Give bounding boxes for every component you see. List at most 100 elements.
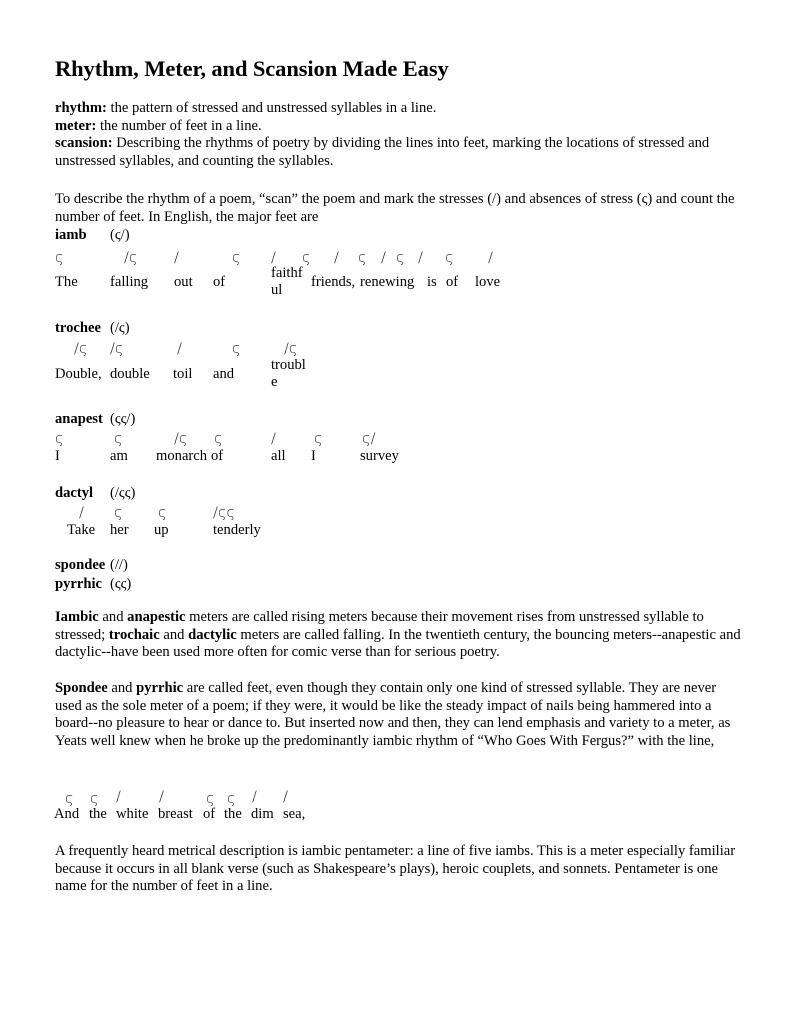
definition-term: scansion: [55,135,113,152]
stress-mark: ς [55,249,64,266]
example-word: and [213,366,235,382]
example-word: out [174,274,193,290]
example-word: troubl e [271,357,306,390]
stress-mark: ς [65,790,74,807]
stress-mark: / [116,788,121,805]
spondee-pyrrhic-paragraph: Spondee and pyrrhic are called feet, eve… [55,680,745,750]
example-word: double [110,366,150,382]
foot-label-dactyl: dactyl [55,485,94,501]
example-word: of [211,448,224,464]
foot-pattern-anapest: (ςς/) [110,411,136,427]
paragraph-text: and [159,626,189,643]
definition-term: rhythm: [55,100,107,116]
example-word: The [55,274,78,290]
intro-paragraph: To describe the rhythm of a poem, “scan”… [55,191,735,225]
stress-mark: / [174,249,179,266]
stress-mark: /ς [110,340,124,357]
example-word: of [446,274,459,290]
stress-mark: ς [232,340,241,357]
stress-mark: / [177,340,182,357]
example-word: friends, [311,274,356,290]
stress-mark: /ς [74,340,88,357]
stress-mark: ς [90,790,99,807]
definition-term: meter: [55,117,97,134]
stress-mark: ς [114,504,123,521]
foot-label-pyrrhic: pyrrhic [55,576,103,592]
paragraph-text: and [98,609,128,625]
stress-mark: / [252,788,257,805]
term-pyrrhic: pyrrhic [136,680,184,696]
definitions: rhythm: the pattern of stressed and unst… [55,100,745,170]
example-word: up [154,522,169,538]
stress-mark: / [159,788,164,805]
term-dactylic: dactylic [188,626,237,643]
stress-mark: ς [55,430,64,447]
stress-mark: ς/ [362,430,376,447]
stress-mark: / [488,249,493,266]
stress-mark: / [418,249,423,266]
example-word: renewing [360,274,415,290]
document-page: Rhythm, Meter, and Scansion Made Easy rh… [0,0,791,1024]
stress-mark: ς [114,430,123,447]
example-word: the [89,806,107,822]
foot-pattern-dactyl: (/ςς) [110,485,136,501]
stress-mark: / [334,249,339,266]
example-word: I [311,448,316,464]
stress-mark: ς [396,249,405,266]
stress-mark: / [271,249,276,266]
page-title: Rhythm, Meter, and Scansion Made Easy [55,56,449,81]
stress-mark: /ς [174,430,188,447]
definition-scansion: scansion: Describing the rhythms of poet… [55,135,745,170]
example-word: dim [251,806,274,822]
foot-label-trochee: trochee [55,320,101,336]
example-word: of [213,274,226,290]
example-word: And [54,806,80,822]
pentameter-paragraph: A frequently heard metrical description … [55,843,736,895]
foot-label-anapest: anapest [55,411,103,427]
stress-mark: ς [158,504,167,521]
example-word: I [55,448,60,464]
example-word: the [224,806,242,822]
stress-mark: /ςς [213,504,236,521]
definition-meter: meter: the number of feet in a line. [55,118,745,136]
example-word: monarch [156,448,208,464]
rising-falling-paragraph: Iambic and anapestic meters are called r… [55,609,745,662]
term-anapestic: anapestic [127,609,186,625]
example-word: survey [360,448,399,464]
example-word: falling [110,274,149,290]
term-iambic: Iambic [55,609,99,625]
stress-mark: /ς [124,249,138,266]
stress-mark: ς [206,790,215,807]
stress-mark: ς [445,249,454,266]
stress-mark: / [381,249,386,266]
example-word: sea, [283,806,306,822]
example-word: all [271,448,286,464]
foot-pattern-spondee: (//) [110,557,128,573]
foot-pattern-pyrrhic: (ςς) [110,576,132,592]
example-word: toil [173,366,193,382]
paragraph-text: and [107,680,137,696]
foot-label-spondee: spondee [55,557,106,573]
example-word: of [203,806,216,822]
stress-mark: ς [232,249,241,266]
example-word: her [110,522,129,538]
example-word: tenderly [213,522,261,538]
stress-mark: /ς [284,340,298,357]
example-word: Take [67,522,96,538]
stress-mark: ς [314,430,323,447]
definition-text: the pattern of stressed and unstressed s… [106,100,437,116]
stress-mark: / [271,430,276,447]
definition-text: the number of feet in a line. [96,117,262,134]
example-word: love [475,274,501,290]
term-spondee: Spondee [55,680,108,696]
example-word: is [427,274,437,290]
stress-mark: ς [214,430,223,447]
example-word: breast [158,806,193,822]
stress-mark: / [79,504,84,521]
foot-label-iamb: iamb [55,227,87,243]
definition-text: Describing the rhythms of poetry by divi… [55,135,710,169]
example-word: white [116,806,149,822]
foot-pattern-trochee: (/ς) [110,320,130,336]
example-word: faithf ul [271,265,303,298]
definition-rhythm: rhythm: the pattern of stressed and unst… [55,100,745,118]
